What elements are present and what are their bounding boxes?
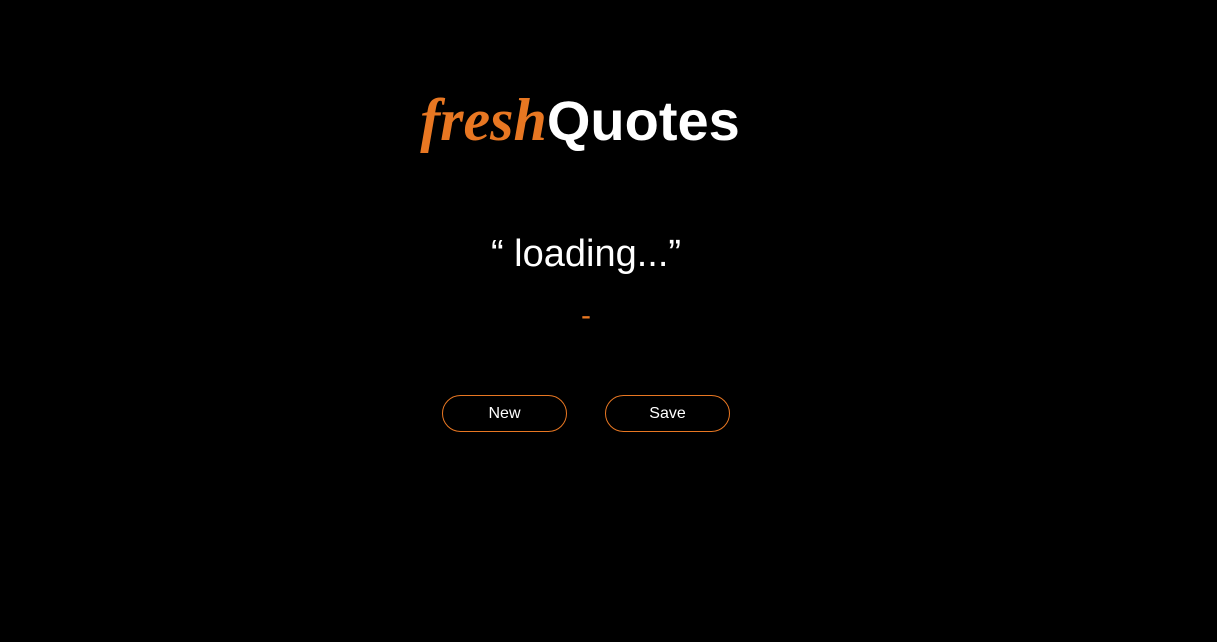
app-logo: freshQuotes <box>0 90 1160 150</box>
app-root: freshQuotes “ loading...” - New Save <box>0 0 1217 642</box>
new-quote-button[interactable]: New <box>442 395 567 432</box>
save-quote-button[interactable]: Save <box>605 395 730 432</box>
logo-quotes-text: Quotes <box>546 89 740 152</box>
quote-author: - <box>581 299 591 332</box>
quote-text: “ loading...” <box>490 233 682 275</box>
logo-fresh-text: fresh <box>420 87 547 153</box>
